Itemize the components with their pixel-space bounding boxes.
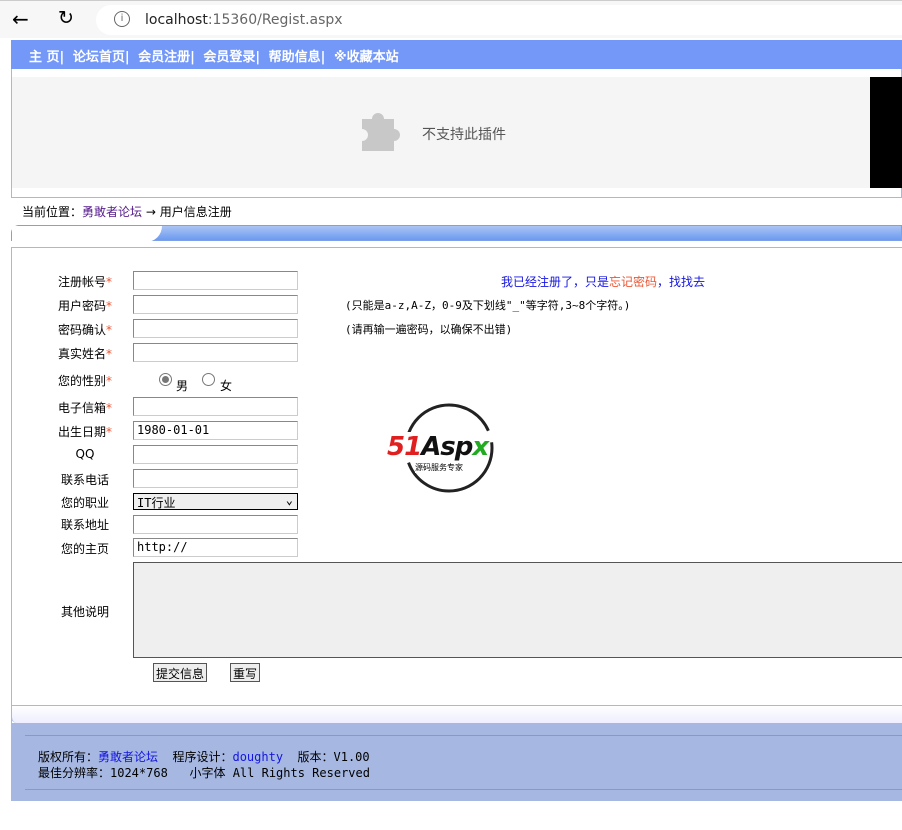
label-birth: 出生日期* [57,425,112,439]
label-homepage: 您的主页 [60,542,109,556]
chevron-down-icon: ⌄ [285,493,293,507]
homepage-input[interactable]: http:// [133,538,298,557]
forgot-hint: 我已经注册了，只是忘记密码，找找去 [501,275,706,289]
gender-female-label: 女 [220,379,233,393]
password-hint: (只能是a-z,A-Z，0-9及下划线"_"等字符,3~8个字符。) [345,299,631,312]
footer-designer-link[interactable]: doughty [232,750,283,764]
gender-male-label: 男 [176,379,189,393]
breadcrumb: 当前位置：勇敢者论坛 → 用户信息注册 [22,205,232,219]
label-password: 用户密码* [57,299,112,313]
phone-input[interactable] [133,469,298,488]
footer: 版权所有：勇敢者论坛 程序设计：doughty 版本：V1.00 最佳分辨率：1… [11,723,902,801]
51aspx-logo: 51Aspx 源码服务专家 [385,402,515,494]
nav-help[interactable]: 帮助信息| [269,50,326,65]
gender-female-radio[interactable] [202,373,215,386]
label-confirm: 密码确认* [57,323,112,337]
label-account: 注册帐号* [57,275,112,289]
label-qq: QQ [75,447,95,461]
email-input[interactable] [133,397,298,416]
plugin-area: 不支持此插件 [11,69,902,198]
realname-input[interactable] [133,343,298,362]
submit-button[interactable]: 提交信息 [153,663,208,682]
nav-bookmark[interactable]: ※收藏本站 [334,50,399,65]
breadcrumb-link[interactable]: 勇敢者论坛 [82,205,142,219]
browser-toolbar: ← ↻ i localhost:15360/Regist.aspx [0,0,902,38]
nav-login[interactable]: 会员登录| [203,50,260,65]
nav-forum[interactable]: 论坛首页| [73,50,130,65]
footer-site-link[interactable]: 勇敢者论坛 [98,750,158,764]
address-input[interactable] [133,515,298,534]
url-text: localhost:15360/Regist.aspx [145,12,343,28]
reset-button[interactable]: 重写 [230,663,261,682]
nav-register[interactable]: 会员注册| [138,50,195,65]
section-header [11,225,902,242]
confirm-hint: (请再输一遍密码，以确保不出错) [345,323,513,336]
plugin-message: 不支持此插件 [422,127,506,143]
top-nav: 主 页| 论坛首页| 会员注册| 会员登录| 帮助信息| ※收藏本站 [11,40,902,69]
other-textarea[interactable] [133,562,902,658]
label-gender: 您的性别* [57,374,112,388]
label-realname: 真实姓名* [57,347,112,361]
back-icon[interactable]: ← [12,7,29,31]
plugin-black-block [870,77,902,188]
footer-line2: 最佳分辨率：1024*768 小字体 All Rights Reserved [38,766,370,780]
info-icon[interactable]: i [114,11,130,27]
gender-male-radio[interactable] [159,373,172,386]
label-job: 您的职业 [60,496,109,510]
birth-input[interactable]: 1980-01-01 [133,421,298,440]
reload-icon[interactable]: ↻ [58,7,74,29]
label-email: 电子信箱* [57,401,112,415]
account-input[interactable] [133,271,298,290]
job-select[interactable]: IT行业 ⌄ [133,493,298,510]
label-address: 联系地址 [60,518,109,532]
forgot-password-link[interactable]: 忘记密码 [609,275,657,289]
qq-input[interactable] [133,445,298,464]
puzzle-icon [362,113,400,151]
nav-home[interactable]: 主 页| [29,50,64,65]
label-phone: 联系电话 [60,473,109,487]
footer-line1: 版权所有：勇敢者论坛 程序设计：doughty 版本：V1.00 [38,750,370,764]
label-other: 其他说明 [60,605,109,619]
password-input[interactable] [133,295,298,314]
confirm-password-input[interactable] [133,319,298,338]
